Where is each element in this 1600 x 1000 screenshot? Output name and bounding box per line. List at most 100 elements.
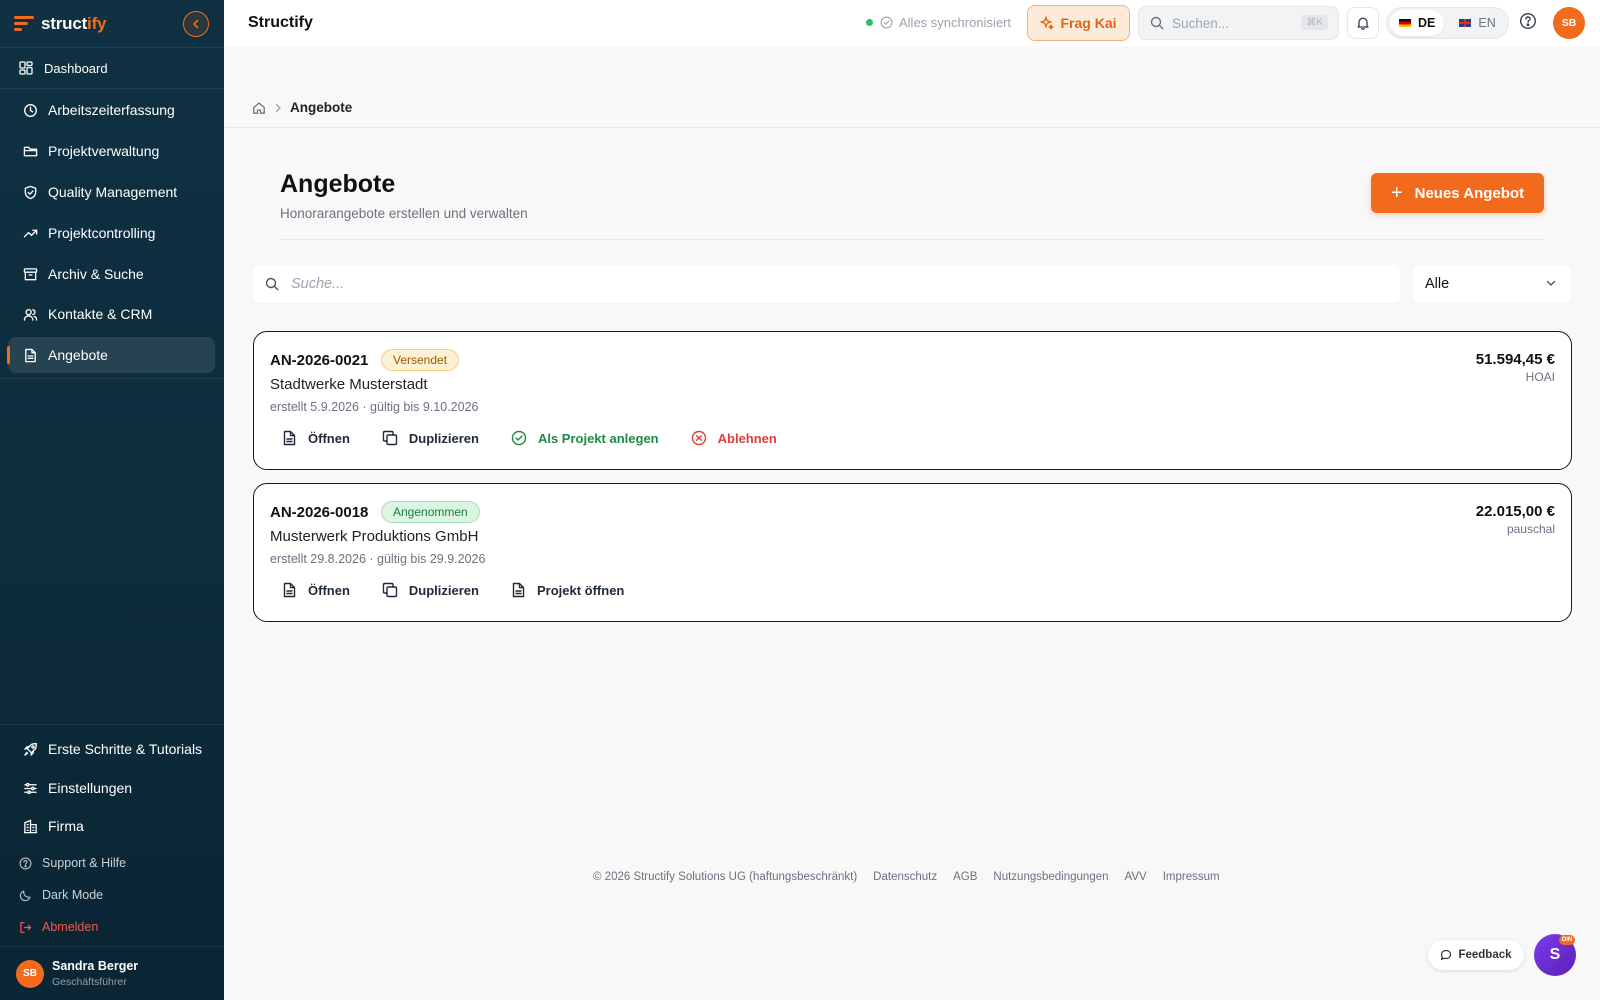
sidebar-item-label: Erste Schritte & Tutorials bbox=[48, 741, 203, 757]
footer-link-datenschutz[interactable]: Datenschutz bbox=[873, 871, 937, 883]
sidebar-item-label: Abmelden bbox=[42, 920, 99, 934]
footer-link-nutzungsbedingungen[interactable]: Nutzungsbedingungen bbox=[993, 871, 1108, 883]
sidebar-item-label: Arbeitszeiterfassung bbox=[48, 102, 175, 118]
user-profile[interactable]: SB Sandra Berger Geschäftsführer bbox=[0, 946, 224, 1000]
sync-dot-icon bbox=[866, 19, 873, 26]
sidebar-item-label: Angebote bbox=[48, 347, 108, 363]
language-de-label: DE bbox=[1418, 16, 1436, 30]
user-avatar-button[interactable]: SB bbox=[1553, 7, 1585, 39]
language-en-label: EN bbox=[1478, 16, 1496, 30]
footer-link-agb[interactable]: AGB bbox=[953, 871, 977, 883]
sidebar-item-arbeitszeiterfassung[interactable]: Arbeitszeiterfassung bbox=[8, 92, 215, 128]
new-offer-button[interactable]: + Neues Angebot bbox=[1371, 173, 1544, 213]
duplicate-offer-button[interactable]: Duplizieren bbox=[382, 430, 479, 446]
sidebar-item-label: Support & Hilfe bbox=[42, 856, 127, 870]
duplicate-offer-button[interactable]: Duplizieren bbox=[382, 582, 479, 598]
global-search-input[interactable]: Suchen... ⌘K bbox=[1138, 6, 1339, 40]
sidebar-item-erste-schritte[interactable]: Erste Schritte & Tutorials bbox=[8, 731, 215, 767]
search-icon bbox=[265, 277, 279, 291]
footer-link-impressum[interactable]: Impressum bbox=[1163, 871, 1220, 883]
sidebar-item-support[interactable]: Support & Hilfe bbox=[8, 849, 215, 877]
shield-check-icon bbox=[22, 184, 38, 200]
create-project-label: Als Projekt anlegen bbox=[537, 430, 659, 446]
sidebar-item-quality-management[interactable]: Quality Management bbox=[8, 174, 215, 210]
open-offer-label: Öffnen bbox=[308, 430, 350, 446]
sync-text: Alles synchronisiert bbox=[899, 15, 1011, 30]
app-title: Structify bbox=[248, 14, 313, 31]
sidebar-item-angebote[interactable]: Angebote bbox=[7, 337, 215, 373]
reject-offer-label: Ablehnen bbox=[717, 430, 777, 446]
feedback-button[interactable]: Feedback bbox=[1428, 940, 1524, 970]
topbar: Structify Alles synchronisiert Frag Kai … bbox=[224, 0, 1600, 46]
notifications-button[interactable] bbox=[1347, 7, 1379, 39]
open-offer-button[interactable]: Öffnen bbox=[282, 430, 350, 446]
offer-search-input[interactable] bbox=[291, 276, 1291, 292]
folder-icon bbox=[22, 143, 38, 159]
assistant-logo-icon: S bbox=[1549, 946, 1561, 963]
sidebar-item-einstellungen[interactable]: Einstellungen bbox=[8, 770, 215, 806]
sidebar-item-label: Dark Mode bbox=[42, 888, 104, 902]
offer-actions: Öffnen Duplizieren Projekt öffnen bbox=[282, 582, 656, 598]
sidebar-item-projektcontrolling[interactable]: Projektcontrolling bbox=[8, 215, 215, 251]
assistant-chat-button[interactable]: S DIN bbox=[1534, 934, 1576, 976]
feedback-label: Feedback bbox=[1458, 949, 1512, 961]
rocket-icon bbox=[22, 741, 38, 757]
new-offer-label: Neues Angebot bbox=[1414, 184, 1525, 202]
logout-button[interactable]: Abmelden bbox=[8, 913, 215, 941]
language-de-button[interactable]: DE bbox=[1390, 10, 1445, 36]
sidebar-item-label: Projektverwaltung bbox=[48, 143, 160, 159]
sidebar-item-label: Quality Management bbox=[48, 184, 178, 200]
sidebar-item-archiv-suche[interactable]: Archiv & Suche bbox=[8, 256, 215, 292]
reject-offer-button[interactable]: Ablehnen bbox=[691, 430, 777, 446]
dark-mode-toggle[interactable]: Dark Mode bbox=[8, 881, 215, 909]
language-en-button[interactable]: EN bbox=[1450, 10, 1504, 36]
status-badge: Angenommen bbox=[381, 501, 480, 523]
collapse-sidebar-button[interactable] bbox=[183, 11, 209, 37]
sidebar-item-firma[interactable]: Firma bbox=[8, 808, 215, 844]
document-icon bbox=[22, 347, 38, 363]
sliders-icon bbox=[22, 780, 38, 796]
open-offer-label: Öffnen bbox=[308, 582, 350, 598]
document-icon bbox=[282, 430, 297, 446]
offer-card[interactable]: AN-2026-0018 Angenommen Musterwerk Produ… bbox=[253, 483, 1572, 622]
offer-amount: 22.015,00 € bbox=[1475, 503, 1555, 520]
logo-mark-icon bbox=[14, 15, 34, 32]
search-shortcut: ⌘K bbox=[1301, 15, 1328, 30]
offer-type: HOAI bbox=[1525, 370, 1555, 384]
offer-client: Stadtwerke Musterstadt bbox=[270, 376, 428, 393]
status-badge: Versendet bbox=[381, 349, 460, 371]
x-circle-icon bbox=[691, 430, 707, 446]
global-search-placeholder: Suchen... bbox=[1172, 15, 1230, 31]
open-project-button[interactable]: Projekt öffnen bbox=[511, 582, 624, 598]
sidebar-item-label: Einstellungen bbox=[48, 780, 133, 796]
user-name: Sandra Berger bbox=[52, 959, 139, 973]
sidebar-item-label: Projektcontrolling bbox=[48, 225, 156, 241]
users-icon bbox=[22, 306, 38, 322]
document-icon bbox=[511, 582, 526, 598]
sidebar-item-dashboard[interactable]: Dashboard bbox=[8, 51, 215, 85]
logo[interactable]: structify bbox=[0, 0, 224, 48]
status-filter-select[interactable]: Alle bbox=[1413, 265, 1571, 303]
page-subtitle: Honorarangebote erstellen und verwalten bbox=[280, 206, 528, 221]
copy-icon bbox=[382, 582, 398, 598]
chevron-left-icon bbox=[193, 19, 199, 29]
create-project-button[interactable]: Als Projekt anlegen bbox=[511, 430, 659, 446]
sidebar-item-projektverwaltung[interactable]: Projektverwaltung bbox=[8, 133, 215, 169]
logout-icon bbox=[18, 920, 32, 934]
message-icon bbox=[1440, 949, 1452, 961]
trending-up-icon bbox=[22, 225, 38, 241]
home-icon[interactable] bbox=[252, 101, 266, 115]
footer-copyright: © 2026 Structify Solutions UG (haftungsb… bbox=[593, 871, 858, 883]
chevron-down-icon bbox=[1545, 277, 1557, 289]
open-offer-button[interactable]: Öffnen bbox=[282, 582, 350, 598]
footer-link-avv[interactable]: AVV bbox=[1125, 871, 1147, 883]
offer-amount: 51.594,45 € bbox=[1475, 351, 1555, 368]
sidebar-item-kontakte-crm[interactable]: Kontakte & CRM bbox=[8, 296, 215, 332]
offer-id: AN-2026-0021 bbox=[270, 352, 369, 369]
ask-kai-button[interactable]: Frag Kai bbox=[1027, 5, 1130, 41]
offer-id: AN-2026-0018 bbox=[270, 504, 369, 521]
archive-icon bbox=[22, 266, 38, 282]
offer-card[interactable]: AN-2026-0021 Versendet Stadtwerke Muster… bbox=[253, 331, 1572, 470]
help-button[interactable] bbox=[1519, 12, 1537, 30]
plus-icon: + bbox=[1390, 182, 1403, 204]
